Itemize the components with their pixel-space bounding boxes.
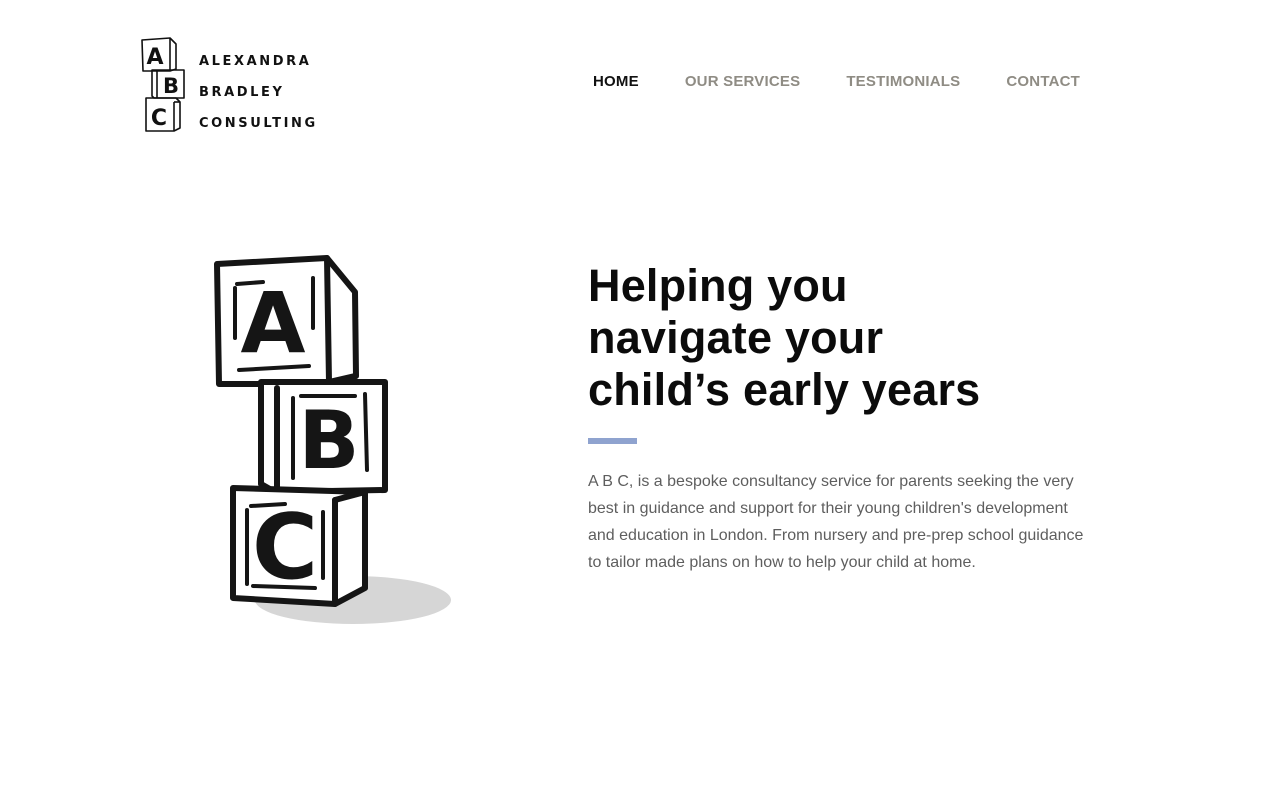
nav-contact-link[interactable]: CONTACT xyxy=(1006,72,1080,92)
abc-blocks-icon: A B C xyxy=(141,37,185,132)
hero-headline-line-1: Helping you xyxy=(588,260,848,311)
hero-headline-line-2: navigate your xyxy=(588,312,884,363)
logo-letter-c: C xyxy=(151,106,167,131)
illustration-letter-b: B xyxy=(299,394,360,487)
nav-testimonials-link[interactable]: TESTIMONIALS xyxy=(846,72,960,92)
page: A B C ALEXANDRA BRADLEY CONSULTING HOME … xyxy=(0,0,1280,800)
main-nav: HOME OUR SERVICES TESTIMONIALS CONTACT xyxy=(593,72,1080,92)
logo-letter-a: A xyxy=(146,45,163,70)
logo-letter-b: B xyxy=(163,74,179,98)
hero-headline: Helping you navigate your child’s early … xyxy=(588,260,1108,416)
hero-section: Helping you navigate your child’s early … xyxy=(588,260,1108,576)
illustration-letter-a: A xyxy=(240,274,305,372)
illustration-letter-c: C xyxy=(252,495,318,600)
brand-line-1: ALEXANDRA xyxy=(199,54,312,69)
hero-headline-line-3: child’s early years xyxy=(588,364,981,415)
brand-logo-link[interactable]: A B C ALEXANDRA BRADLEY CONSULTING xyxy=(140,36,318,139)
brand-line-2: BRADLEY xyxy=(199,85,285,100)
hero-intro-text: A B C, is a bespoke consultancy service … xyxy=(588,473,1084,571)
brand-wordmark: ALEXANDRA BRADLEY CONSULTING xyxy=(199,36,318,139)
nav-our-services-link[interactable]: OUR SERVICES xyxy=(685,72,801,92)
abc-blocks-illustration: A B C xyxy=(205,248,460,630)
brand-line-3: CONSULTING xyxy=(199,116,318,131)
accent-divider xyxy=(588,438,637,444)
nav-home-link[interactable]: HOME xyxy=(593,72,639,92)
